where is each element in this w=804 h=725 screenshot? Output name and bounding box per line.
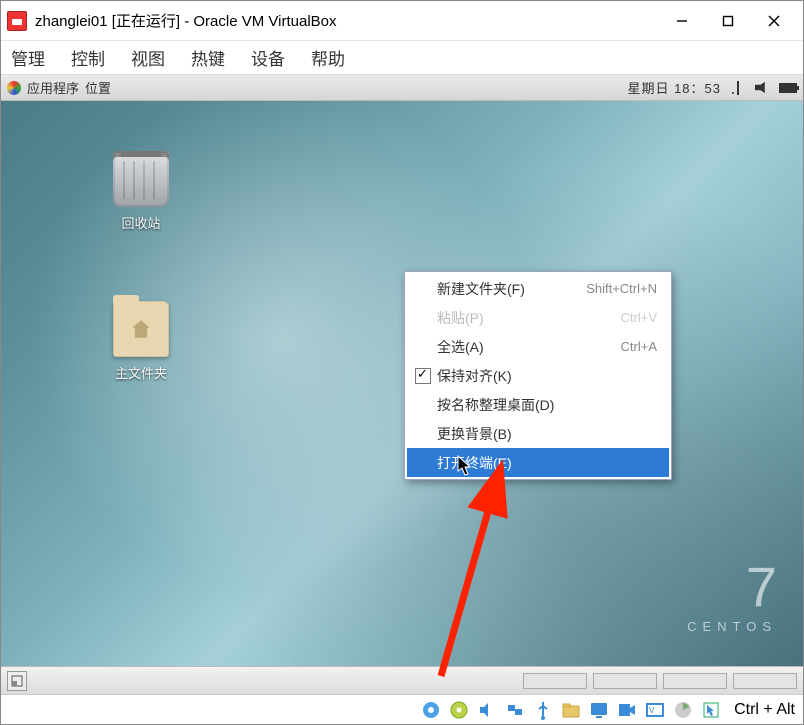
battery-icon[interactable] xyxy=(779,83,797,93)
network-icon[interactable] xyxy=(731,81,745,95)
workspace-3[interactable] xyxy=(663,673,727,689)
status-vrde-icon[interactable]: V xyxy=(644,699,666,721)
virtualbox-window: zhanglei01 [正在运行] - Oracle VM VirtualBox… xyxy=(0,0,804,725)
status-recording-icon[interactable] xyxy=(616,699,638,721)
gnome-top-panel: 应用程序 位置 星期日 18：53 xyxy=(1,75,803,101)
mouse-cursor xyxy=(457,455,473,477)
panel-places[interactable]: 位置 xyxy=(85,78,111,97)
panel-clock[interactable]: 星期日 18：53 xyxy=(627,78,721,97)
workspace-2[interactable] xyxy=(593,673,657,689)
ctx-organize-by-name[interactable]: 按名称整理桌面(D) xyxy=(407,390,669,419)
window-title: zhanglei01 [正在运行] - Oracle VM VirtualBox xyxy=(35,10,659,31)
minimize-button[interactable] xyxy=(659,5,705,37)
status-shared-folder-icon[interactable] xyxy=(560,699,582,721)
activities-icon[interactable] xyxy=(7,81,21,95)
maximize-button[interactable] xyxy=(705,5,751,37)
menu-help[interactable]: 帮助 xyxy=(311,45,345,70)
volume-icon[interactable] xyxy=(755,81,769,95)
annotation-arrow xyxy=(421,456,561,686)
centos-watermark: 7 CENTOS xyxy=(687,559,777,634)
ctx-paste: 粘贴(P) Ctrl+V xyxy=(407,303,669,332)
desktop-context-menu: 新建文件夹(F) Shift+Ctrl+N 粘贴(P) Ctrl+V 全选(A)… xyxy=(404,271,672,480)
status-network-icon[interactable] xyxy=(504,699,526,721)
workspace-indicators[interactable] xyxy=(523,673,797,689)
guest-desktop[interactable]: 回收站 主文件夹 7 CENTOS 新建文件夹(F) Shift+Ctrl+N … xyxy=(1,101,803,694)
desktop-home[interactable]: 主文件夹 xyxy=(96,301,186,382)
virtualbox-icon xyxy=(7,11,27,31)
status-mouse-integration-icon[interactable] xyxy=(700,699,722,721)
virtualbox-statusbar: V Ctrl + Alt xyxy=(1,694,803,724)
desktop-trash[interactable]: 回收站 xyxy=(96,151,186,232)
menu-manage[interactable]: 管理 xyxy=(11,45,45,70)
window-titlebar[interactable]: zhanglei01 [正在运行] - Oracle VM VirtualBox xyxy=(1,1,803,41)
menu-hotkey[interactable]: 热键 xyxy=(191,45,225,70)
virtualbox-menubar: 管理 控制 视图 热键 设备 帮助 xyxy=(1,41,803,75)
ctx-open-terminal[interactable]: 打开终端(E) xyxy=(407,448,669,477)
status-optical-icon[interactable] xyxy=(448,699,470,721)
status-harddisk-icon[interactable] xyxy=(420,699,442,721)
workspace-4[interactable] xyxy=(733,673,797,689)
menu-view[interactable]: 视图 xyxy=(131,45,165,70)
host-key-indicator: Ctrl + Alt xyxy=(734,701,795,719)
ctx-select-all[interactable]: 全选(A) Ctrl+A xyxy=(407,332,669,361)
trash-icon xyxy=(113,151,169,207)
folder-home-icon xyxy=(113,301,169,357)
ctx-change-background[interactable]: 更换背景(B) xyxy=(407,419,669,448)
menu-control[interactable]: 控制 xyxy=(71,45,105,70)
ctx-keep-aligned[interactable]: 保持对齐(K) xyxy=(407,361,669,390)
guest-bottom-panel xyxy=(1,666,803,694)
svg-text:V: V xyxy=(649,706,655,715)
status-cpu-icon[interactable] xyxy=(672,699,694,721)
ctx-new-folder[interactable]: 新建文件夹(F) Shift+Ctrl+N xyxy=(407,274,669,303)
workspace-switcher-icon[interactable] xyxy=(7,671,27,691)
home-label: 主文件夹 xyxy=(96,363,186,382)
workspace-1[interactable] xyxy=(523,673,587,689)
status-audio-icon[interactable] xyxy=(476,699,498,721)
close-button[interactable] xyxy=(751,5,797,37)
trash-label: 回收站 xyxy=(96,213,186,232)
status-display-icon[interactable] xyxy=(588,699,610,721)
guest-display[interactable]: 应用程序 位置 星期日 18：53 回收站 主文件夹 7 CENTOS xyxy=(1,75,803,694)
menu-device[interactable]: 设备 xyxy=(251,45,285,70)
panel-applications[interactable]: 应用程序 xyxy=(27,78,79,97)
status-usb-icon[interactable] xyxy=(532,699,554,721)
